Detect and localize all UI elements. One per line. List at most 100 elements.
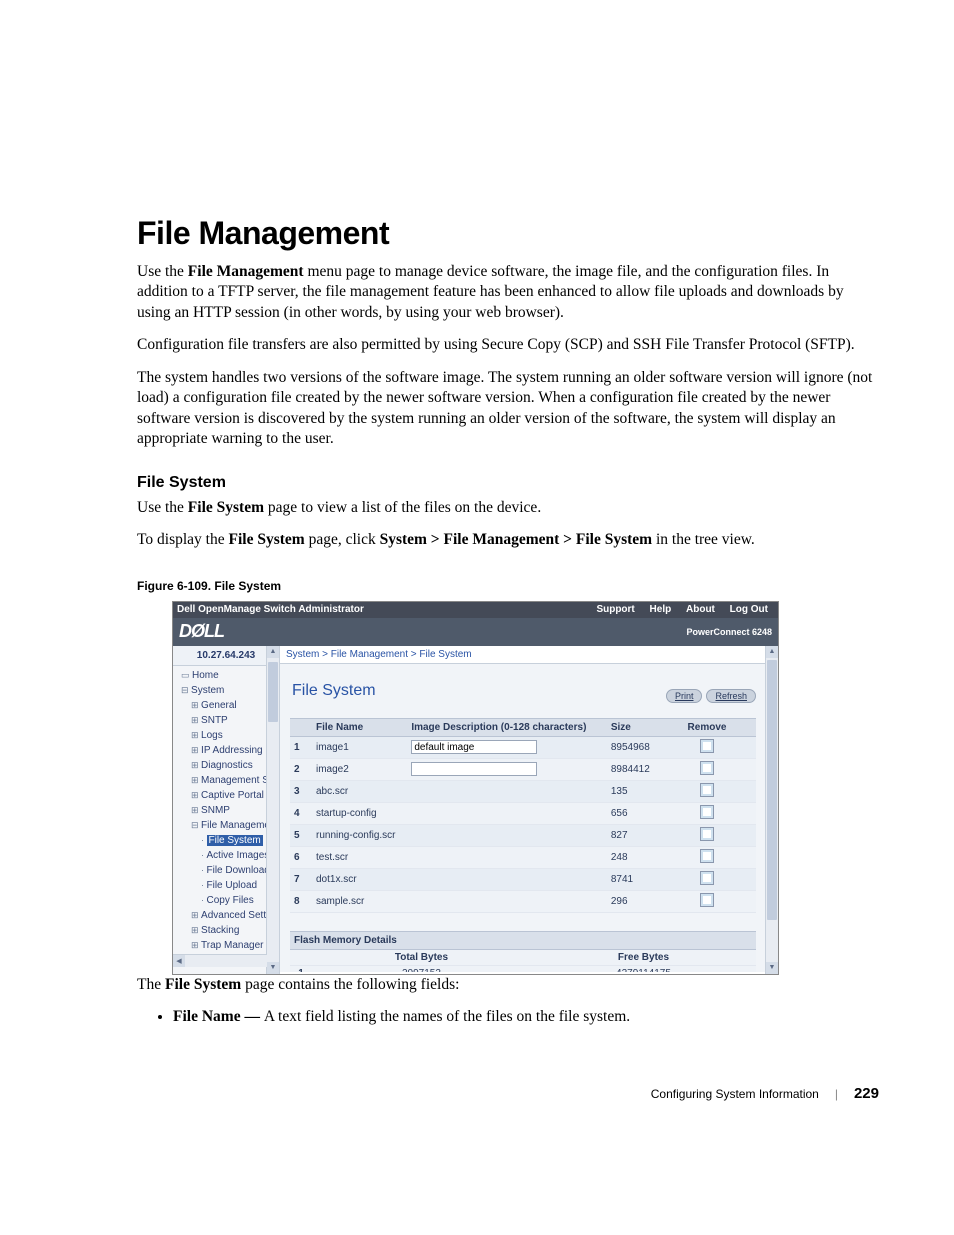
content-area: System > File Management > File System F… xyxy=(280,646,778,974)
text-bold: System > File Management > File System xyxy=(380,531,653,548)
sub-para-1: Use the File System page to view a list … xyxy=(137,498,879,518)
description-input[interactable] xyxy=(411,762,537,776)
nav-about[interactable]: About xyxy=(680,604,721,615)
table-row: 8sample.scr296 xyxy=(290,890,756,912)
tree-sidebar: 10.27.64.243 Home System General SNTP Lo… xyxy=(173,646,280,974)
screenshot-figure: Dell OpenManage Switch Administrator Sup… xyxy=(172,601,779,975)
total-bytes-value: 2097152 xyxy=(312,965,531,972)
field-list: File Name — A text field listing the nam… xyxy=(173,1007,879,1027)
scroll-down-icon[interactable]: ▼ xyxy=(766,962,778,974)
remove-cell xyxy=(658,824,756,846)
field-name: File Name — xyxy=(173,1008,264,1025)
remove-checkbox[interactable] xyxy=(700,827,714,841)
remove-checkbox[interactable] xyxy=(700,783,714,797)
text: To display the xyxy=(137,531,228,548)
tree-vertical-scrollbar[interactable]: ▲ ▼ xyxy=(266,646,279,974)
file-name-cell: test.scr xyxy=(312,846,407,868)
follow-text: The File System page contains the follow… xyxy=(137,975,879,995)
remove-checkbox[interactable] xyxy=(700,893,714,907)
row-index: 7 xyxy=(290,868,312,890)
file-name-cell: image1 xyxy=(312,736,407,758)
remove-checkbox[interactable] xyxy=(700,761,714,775)
window-topbar: Dell OpenManage Switch Administrator Sup… xyxy=(173,602,778,618)
brand-bar: DØLL PowerConnect 6248 xyxy=(173,618,778,646)
text-bold: File System xyxy=(188,499,264,516)
description-cell xyxy=(407,824,607,846)
row-index: 6 xyxy=(290,846,312,868)
scroll-up-icon[interactable]: ▲ xyxy=(766,646,778,658)
nav-help[interactable]: Help xyxy=(644,604,678,615)
remove-cell xyxy=(658,890,756,912)
tree-system[interactable]: System xyxy=(181,683,279,698)
footer-separator: | xyxy=(835,1087,838,1101)
description-cell xyxy=(407,868,607,890)
scroll-thumb[interactable] xyxy=(268,662,278,722)
text: page, click xyxy=(305,531,380,548)
size-cell: 8984412 xyxy=(607,758,658,780)
description-cell xyxy=(407,802,607,824)
size-cell: 827 xyxy=(607,824,658,846)
text-bold: File System xyxy=(165,976,241,993)
footer-section-title: Configuring System Information xyxy=(651,1087,819,1101)
field-desc: A text field listing the names of the fi… xyxy=(264,1008,630,1025)
size-cell: 656 xyxy=(607,802,658,824)
tree-home[interactable]: Home xyxy=(181,668,279,683)
sub-para-2: To display the File System page, click S… xyxy=(137,530,879,550)
description-cell xyxy=(407,758,607,780)
content-vertical-scrollbar[interactable]: ▲ ▼ xyxy=(765,646,778,974)
top-nav: Support Help About Log Out xyxy=(590,604,774,615)
row-index: 2 xyxy=(290,758,312,780)
breadcrumb: System > File Management > File System xyxy=(280,646,766,664)
table-row: 5running-config.scr 827 xyxy=(290,824,756,846)
nav-logout[interactable]: Log Out xyxy=(724,604,774,615)
scroll-up-icon[interactable]: ▲ xyxy=(267,646,279,658)
file-name-cell: dot1x.scr xyxy=(312,868,407,890)
text: Use the xyxy=(137,263,188,280)
file-table: File Name Image Description (0-128 chara… xyxy=(290,718,756,913)
file-name-cell: running-config.scr xyxy=(312,824,407,846)
description-cell xyxy=(407,846,607,868)
intro-para-3: The system handles two versions of the s… xyxy=(137,368,879,450)
col-image-description: Image Description (0-128 characters) xyxy=(407,718,607,736)
memory-row: 1 2097152 4279114175 xyxy=(290,965,756,972)
table-row: 3abc.scr135 xyxy=(290,780,756,802)
scroll-left-icon[interactable]: ◀ xyxy=(173,955,185,967)
size-cell: 296 xyxy=(607,890,658,912)
tree-horizontal-scrollbar[interactable]: ◀ ▶ xyxy=(173,954,279,967)
remove-cell xyxy=(658,758,756,780)
flash-memory-header: Flash Memory Details xyxy=(290,931,756,950)
description-cell xyxy=(407,890,607,912)
text: The xyxy=(137,976,165,993)
remove-cell xyxy=(658,802,756,824)
text: page contains the following fields: xyxy=(241,976,459,993)
device-ip: 10.27.64.243 xyxy=(173,646,279,666)
description-input[interactable] xyxy=(411,740,537,754)
row-index: 5 xyxy=(290,824,312,846)
text: page to view a list of the files on the … xyxy=(264,499,541,516)
text-bold: File Management xyxy=(188,263,304,280)
remove-checkbox[interactable] xyxy=(700,739,714,753)
window-title: Dell OpenManage Switch Administrator xyxy=(177,604,590,615)
print-button[interactable]: Print xyxy=(666,689,703,703)
intro-para-1: Use the File Management menu page to man… xyxy=(137,262,879,323)
scroll-thumb[interactable] xyxy=(767,660,777,920)
remove-checkbox[interactable] xyxy=(700,871,714,885)
page-footer: Configuring System Information | 229 xyxy=(137,1085,879,1102)
remove-checkbox[interactable] xyxy=(700,849,714,863)
size-cell: 248 xyxy=(607,846,658,868)
row-index: 8 xyxy=(290,890,312,912)
size-cell: 135 xyxy=(607,780,658,802)
file-name-cell: abc.scr xyxy=(312,780,407,802)
col-total-bytes: Total Bytes xyxy=(312,950,531,966)
table-row: 6test.scr 248 xyxy=(290,846,756,868)
refresh-button[interactable]: Refresh xyxy=(706,689,756,703)
nav-support[interactable]: Support xyxy=(590,604,640,615)
page-number: 229 xyxy=(854,1085,879,1102)
scroll-down-icon[interactable]: ▼ xyxy=(267,962,279,974)
nav-tree: Home System General SNTP Logs IP Address… xyxy=(173,666,279,954)
remove-checkbox[interactable] xyxy=(700,805,714,819)
dell-logo: DØLL xyxy=(179,621,224,642)
text-bold: File System xyxy=(228,531,304,548)
free-bytes-value: 4279114175 xyxy=(531,965,756,972)
remove-cell xyxy=(658,846,756,868)
